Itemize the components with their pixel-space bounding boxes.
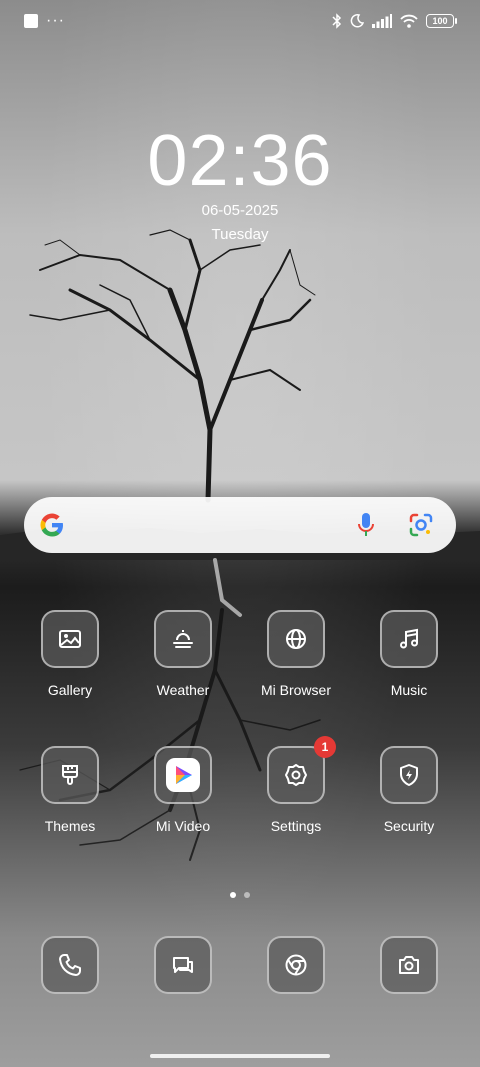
app-music[interactable]: Music — [359, 610, 459, 698]
notification-badge: 1 — [314, 736, 336, 758]
wifi-icon — [400, 14, 418, 28]
clock-date: 06-05-2025 — [201, 202, 279, 219]
messages-icon[interactable] — [154, 936, 212, 994]
chrome-icon[interactable] — [267, 936, 325, 994]
app-mi-browser[interactable]: Mi Browser — [246, 610, 346, 698]
more-dots-icon: ··· — [46, 12, 65, 29]
app-mi-video[interactable]: Mi Video — [133, 746, 233, 834]
app-security[interactable]: Security — [359, 746, 459, 834]
dock-chrome[interactable] — [246, 936, 346, 994]
home-gesture-bar[interactable] — [150, 1054, 330, 1058]
notification-square-icon — [24, 14, 38, 28]
app-label: Music — [390, 682, 428, 698]
status-bar-left: ··· — [24, 12, 65, 29]
status-bar-right: 100 — [332, 13, 457, 29]
dock-messages[interactable] — [133, 936, 233, 994]
app-settings[interactable]: 1 Settings — [246, 736, 346, 834]
status-bar: ··· 100 — [0, 0, 480, 44]
battery-indicator: 100 — [426, 14, 457, 28]
signal-icon — [372, 14, 392, 28]
google-search-bar[interactable] — [24, 497, 456, 553]
dock-camera[interactable] — [359, 936, 459, 994]
app-label: Mi Browser — [260, 682, 331, 698]
play-icon — [166, 758, 200, 792]
paintbrush-icon[interactable] — [41, 746, 99, 804]
globe-icon[interactable] — [267, 610, 325, 668]
gallery-icon[interactable] — [41, 610, 99, 668]
app-themes[interactable]: Themes — [20, 746, 120, 834]
gear-icon[interactable]: 1 — [267, 736, 336, 804]
page-dot-active[interactable] — [230, 892, 236, 898]
phone-icon[interactable] — [41, 936, 99, 994]
dock-phone[interactable] — [20, 936, 120, 994]
app-gallery[interactable]: Gallery — [20, 610, 120, 698]
app-label: Weather — [156, 682, 210, 698]
clock-weekday: Tuesday — [211, 226, 269, 243]
app-label: Gallery — [47, 682, 93, 698]
music-note-icon[interactable] — [380, 610, 438, 668]
moon-icon — [350, 14, 364, 28]
app-weather[interactable]: Weather — [133, 610, 233, 698]
page-dot[interactable] — [244, 892, 250, 898]
google-lens-icon[interactable] — [408, 512, 434, 538]
app-label: Security — [383, 818, 435, 834]
page-indicator — [0, 892, 480, 898]
clock-time[interactable]: 02:36 — [0, 120, 480, 202]
mi-video-icon-frame[interactable] — [154, 746, 212, 804]
microphone-icon[interactable] — [354, 511, 378, 539]
app-label: Mi Video — [155, 818, 211, 834]
camera-icon[interactable] — [380, 936, 438, 994]
bluetooth-icon — [332, 13, 342, 29]
app-label: Themes — [44, 818, 96, 834]
app-label: Settings — [270, 818, 322, 834]
weather-icon[interactable] — [154, 610, 212, 668]
google-logo-icon — [40, 513, 63, 537]
shield-icon[interactable] — [380, 746, 438, 804]
